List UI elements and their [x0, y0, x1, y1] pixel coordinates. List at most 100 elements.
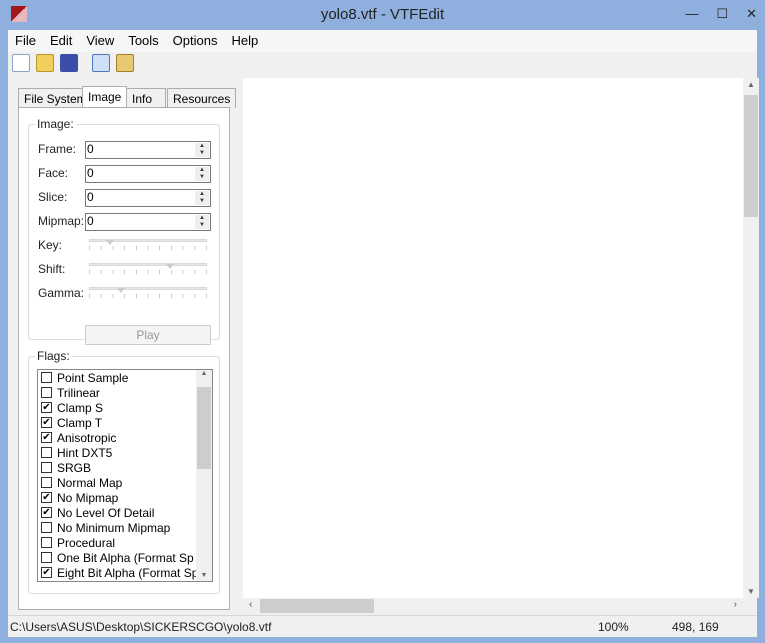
slice-spinner[interactable]: 0 ▲ ▼: [85, 189, 211, 207]
flag-checkbox[interactable]: ✔: [41, 402, 52, 413]
flag-label: Anisotropic: [57, 430, 117, 445]
play-button[interactable]: Play: [85, 325, 211, 345]
toolbar: [12, 54, 134, 72]
flag-item[interactable]: SRGB: [38, 460, 212, 475]
vertical-scrollbar[interactable]: ▲ ▼: [743, 78, 759, 598]
flag-item[interactable]: One Bit Alpha (Format Sp: [38, 550, 212, 565]
slice-label: Slice:: [38, 190, 68, 204]
flag-label: Clamp S: [57, 400, 104, 415]
flag-label: Clamp T: [57, 415, 103, 430]
flags-group: Flags: Point Sample Trilinear ✔ Clamp S ✔ Cla…: [28, 349, 220, 594]
flag-item[interactable]: ✔ Clamp S: [38, 400, 212, 415]
flag-item[interactable]: ✔ Eight Bit Alpha (Format Sp: [38, 565, 212, 580]
face-spinner[interactable]: 0 ▲ ▼: [85, 165, 211, 183]
open-icon[interactable]: [36, 54, 54, 72]
status-coords: 498, 169: [672, 620, 719, 634]
paste-icon[interactable]: [116, 54, 134, 72]
flag-label: Normal Map: [57, 475, 123, 490]
flag-checkbox[interactable]: [41, 552, 52, 563]
flag-item[interactable]: No Minimum Mipmap: [38, 520, 212, 535]
flag-item[interactable]: Hint DXT5: [38, 445, 212, 460]
flags-scrollbar[interactable]: ▲ ▼: [196, 370, 212, 581]
flags-scroll-thumb[interactable]: [197, 387, 211, 469]
save-icon[interactable]: [60, 54, 78, 72]
flag-label: No Mipmap: [57, 490, 119, 505]
menu-edit[interactable]: Edit: [43, 30, 79, 52]
gamma-slider[interactable]: [89, 285, 207, 299]
new-icon[interactable]: [12, 54, 30, 72]
spin-arrows-icon[interactable]: ▲ ▼: [195, 167, 209, 181]
flag-checkbox[interactable]: ✔: [41, 507, 52, 518]
menu-file[interactable]: File: [8, 30, 43, 52]
image-viewer[interactable]: [243, 78, 743, 598]
flag-checkbox[interactable]: [41, 462, 52, 473]
shift-slider[interactable]: [89, 261, 207, 275]
flag-checkbox[interactable]: [41, 537, 52, 548]
flag-checkbox[interactable]: [41, 522, 52, 533]
horizontal-scrollbar[interactable]: ‹ ›: [243, 598, 743, 614]
title-bar: yolo8.vtf - VTFEdit — ☐ ✕: [0, 0, 765, 30]
flag-item[interactable]: Trilinear: [38, 385, 212, 400]
flag-checkbox[interactable]: ✔: [41, 567, 52, 578]
flag-checkbox[interactable]: [41, 387, 52, 398]
tab-info[interactable]: Info: [126, 88, 166, 108]
flag-item[interactable]: ✔ Anisotropic: [38, 430, 212, 445]
face-value: 0: [87, 166, 94, 180]
shift-label: Shift:: [38, 262, 66, 276]
key-slider[interactable]: [89, 237, 207, 251]
horizontal-scroll-thumb[interactable]: [260, 599, 374, 613]
menu-help[interactable]: Help: [224, 30, 265, 52]
mipmap-label: Mipmap:: [38, 214, 85, 228]
flags-list: Point Sample Trilinear ✔ Clamp S ✔ Clamp T ✔ An…: [37, 369, 213, 582]
spin-arrows-icon[interactable]: ▲ ▼: [195, 215, 209, 229]
flag-checkbox[interactable]: ✔: [41, 417, 52, 428]
menu-options[interactable]: Options: [166, 30, 225, 52]
flag-item[interactable]: ✔ No Level Of Detail: [38, 505, 212, 520]
mipmap-value: 0: [87, 214, 94, 228]
menu-view[interactable]: View: [79, 30, 121, 52]
spin-arrows-icon[interactable]: ▲ ▼: [195, 191, 209, 205]
flag-label: Point Sample: [57, 370, 129, 385]
key-label: Key:: [38, 238, 63, 252]
flag-checkbox[interactable]: [41, 372, 52, 383]
tab-resources[interactable]: Resources: [167, 88, 237, 108]
window-title: yolo8.vtf - VTFEdit: [320, 6, 445, 23]
mipmap-spinner[interactable]: 0 ▲ ▼: [85, 213, 211, 231]
image-group-title: Image:: [35, 117, 76, 131]
spin-arrows-icon[interactable]: ▲ ▼: [195, 143, 209, 157]
gamma-label: Gamma:: [38, 286, 85, 300]
flag-label: Hint DXT5: [57, 445, 113, 460]
flag-item[interactable]: ✔ No Mipmap: [38, 490, 212, 505]
flag-item[interactable]: Point Sample: [38, 370, 212, 385]
tab-image[interactable]: Image: [82, 86, 128, 108]
flag-item[interactable]: ✔ Clamp T: [38, 415, 212, 430]
client-area: File Edit View Tools Options Help File S…: [8, 30, 759, 637]
flag-label: Trilinear: [57, 385, 100, 400]
flag-label: No Minimum Mipmap: [57, 520, 171, 535]
face-label: Face:: [38, 166, 69, 180]
menu-tools[interactable]: Tools: [121, 30, 165, 52]
maximize-button[interactable]: ☐: [716, 6, 728, 22]
status-bar: C:\Users\ASUS\Desktop\SICKERSCGO\yolo8.v…: [8, 615, 757, 637]
frame-label: Frame:: [38, 142, 77, 156]
flag-checkbox[interactable]: [41, 477, 52, 488]
flag-label: No Level Of Detail: [57, 505, 155, 520]
flag-checkbox[interactable]: ✔: [41, 492, 52, 503]
status-zoom: 100%: [598, 620, 629, 634]
flag-label: One Bit Alpha (Format Sp: [57, 550, 194, 565]
copy-icon[interactable]: [92, 54, 110, 72]
minimize-button[interactable]: —: [685, 6, 698, 22]
flag-checkbox[interactable]: ✔: [41, 432, 52, 443]
frame-value: 0: [87, 142, 94, 156]
flag-label: SRGB: [57, 460, 92, 475]
flag-label: Eight Bit Alpha (Format Sp: [57, 565, 199, 580]
frame-spinner[interactable]: 0 ▲ ▼: [85, 141, 211, 159]
flags-group-title: Flags:: [35, 349, 72, 363]
flag-item[interactable]: Procedural: [38, 535, 212, 550]
status-path: C:\Users\ASUS\Desktop\SICKERSCGO\yolo8.v…: [10, 620, 272, 634]
flag-checkbox[interactable]: [41, 447, 52, 458]
flag-item[interactable]: Normal Map: [38, 475, 212, 490]
vertical-scroll-thumb[interactable]: [744, 95, 758, 217]
close-button[interactable]: ✕: [746, 6, 757, 22]
image-tab-panel: Image: Frame: 0 ▲ ▼ Face: 0 ▲ ▼ Slice: 0 ▲ ▼ M…: [18, 107, 230, 610]
